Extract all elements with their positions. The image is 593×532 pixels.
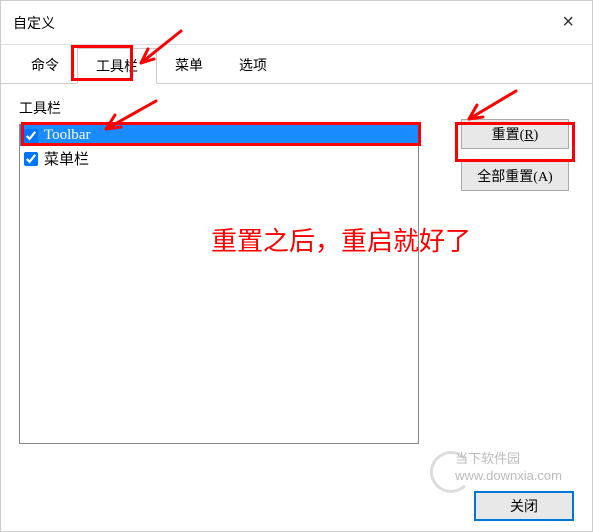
list-item-label: Toolbar xyxy=(44,127,90,144)
list-item[interactable]: Toolbar xyxy=(20,125,418,146)
toolbar-listbox[interactable]: Toolbar 菜单栏 xyxy=(19,124,419,444)
tab-bar: 命令 工具栏 菜单 选项 xyxy=(1,47,592,84)
list-item[interactable]: 菜单栏 xyxy=(20,146,418,171)
tab-menus[interactable]: 菜单 xyxy=(157,48,221,84)
checkbox-toolbar[interactable] xyxy=(24,129,38,143)
close-icon[interactable]: × xyxy=(556,11,580,34)
tab-commands[interactable]: 命令 xyxy=(13,48,77,84)
window-title: 自定义 xyxy=(13,13,55,33)
reset-button[interactable]: 重置(R)重置(R) xyxy=(461,119,569,149)
list-item-label: 菜单栏 xyxy=(44,148,89,169)
reset-all-button[interactable]: 全部重置(A)全部重置(A) xyxy=(461,161,569,191)
watermark: 当下软件园 www.downxia.com xyxy=(455,451,562,485)
tab-options[interactable]: 选项 xyxy=(221,48,285,84)
checkbox-menubar[interactable] xyxy=(24,152,38,166)
tab-toolbars[interactable]: 工具栏 xyxy=(77,48,157,84)
section-label: 工具栏 xyxy=(19,98,574,118)
annotation-note: 重置之后，重启就好了 xyxy=(211,221,471,258)
close-button[interactable]: 关闭 xyxy=(474,491,574,521)
